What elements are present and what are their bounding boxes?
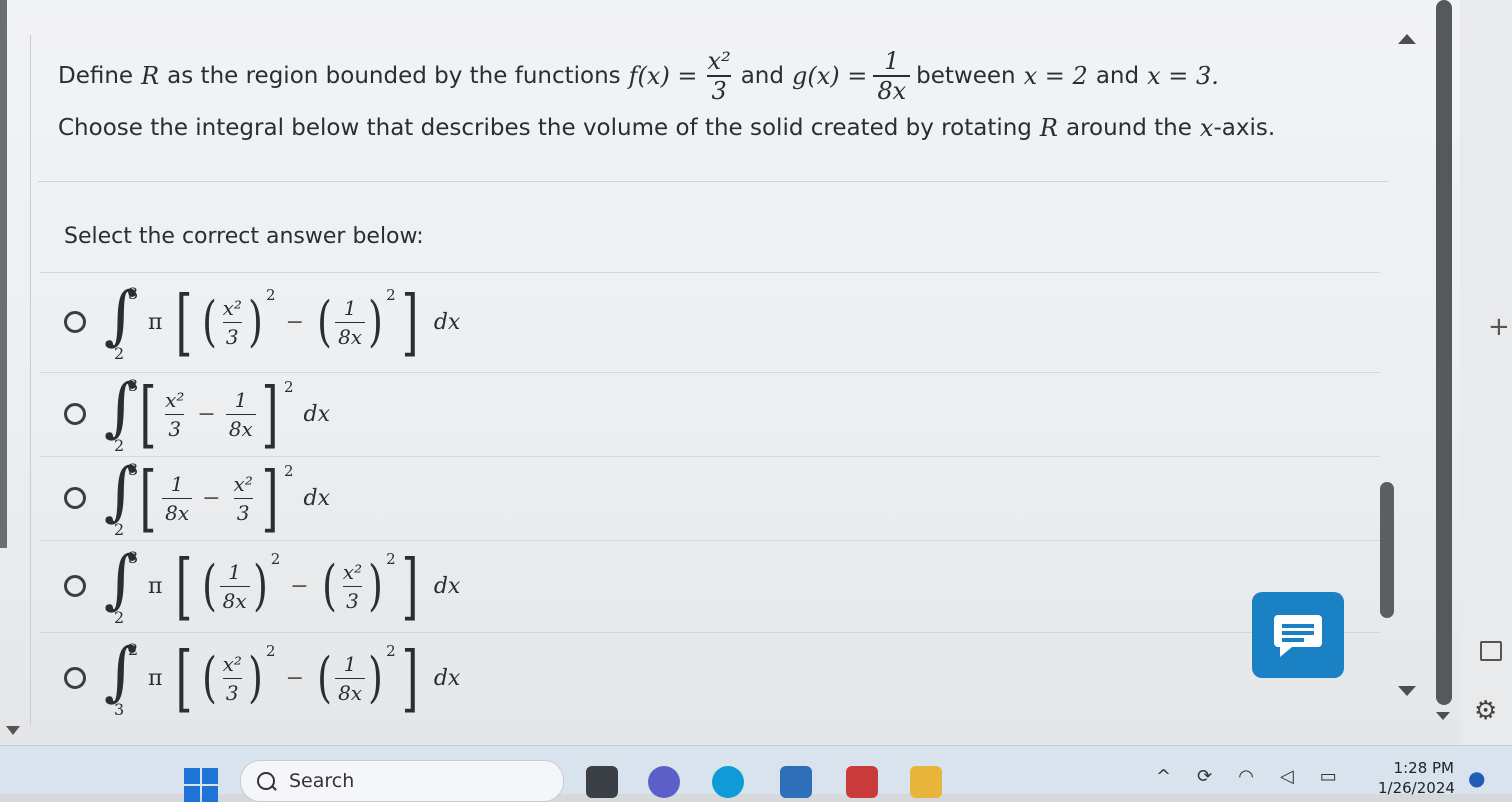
answer-option-1[interactable]: ∫ 3 2 π [ (x² 3) 2 − (1 8x) 2 ] dx <box>40 272 1380 371</box>
taskbar-search[interactable]: Search <box>240 760 564 802</box>
answer-option-5[interactable]: ∫ 2 3 π [ (x² 3) 2 − (1 8x) 2 ] dx <box>40 632 1380 723</box>
right-bracket: ] <box>401 544 419 628</box>
right-bracket: ] <box>401 280 419 364</box>
left-scrollbar[interactable] <box>0 0 7 548</box>
chevron-up-icon[interactable]: ^ <box>1156 766 1171 787</box>
scroll-down-arrow-icon[interactable] <box>1398 686 1416 696</box>
clock-date: 1/26/2024 <box>1378 779 1455 797</box>
radio-button[interactable] <box>64 667 86 689</box>
gear-icon[interactable]: ⚙ <box>1474 696 1497 726</box>
system-tray: ^ ⟳ ◠ ◁ ▭ <box>1156 766 1337 787</box>
integral-expression: ∫ 2 3 π [ (x² 3) 2 − (1 8x) 2 ] dx <box>104 635 461 720</box>
answer-option-3[interactable]: ∫ 3 2 [ 1 8x − x² 3 ] 2 dx <box>40 456 1380 539</box>
task-view-icon[interactable] <box>586 766 618 798</box>
g-fraction: 1 8x <box>873 49 911 103</box>
question-text: Define R as the region bounded by the fu… <box>58 48 1358 148</box>
browser-side-panel <box>1460 0 1512 745</box>
store-icon[interactable] <box>780 766 812 798</box>
radio-button[interactable] <box>64 575 86 597</box>
radio-button[interactable] <box>64 487 86 509</box>
windows-start-icon[interactable] <box>184 768 218 802</box>
f-fraction: x² 3 <box>707 47 731 105</box>
scroll-up-arrow-icon[interactable] <box>1398 34 1416 44</box>
right-bracket: ] <box>401 636 419 720</box>
notification-bell-icon[interactable]: ● <box>1468 766 1485 790</box>
integral-expression: ∫ 3 2 [ x² 3 − 1 8x ] 2 dx <box>104 371 330 456</box>
integral-sign: ∫ 3 2 <box>104 455 139 539</box>
question-phrase: Choose the integral below that describes… <box>58 114 1032 141</box>
app-icon[interactable] <box>846 766 878 798</box>
radio-button[interactable] <box>64 403 86 425</box>
left-scroll-down-arrow-icon[interactable] <box>6 726 20 735</box>
g-definition: g(x) = <box>791 62 868 90</box>
region-variable: R <box>141 62 160 90</box>
radio-button[interactable] <box>64 311 86 333</box>
question-word: and <box>740 62 784 89</box>
question-line-1: Define R as the region bounded by the fu… <box>58 48 1358 104</box>
question-phrase: around the <box>1065 114 1192 141</box>
video-chat-icon[interactable] <box>648 766 680 798</box>
sync-icon[interactable]: ⟳ <box>1197 766 1212 787</box>
left-bracket: [ <box>139 372 157 456</box>
answer-option-4[interactable]: ∫ 3 2 π [ (1 8x) 2 − (x² 3) 2 ] dx <box>40 540 1380 631</box>
left-bracket: [ <box>176 544 193 628</box>
question-phrase: as the region bounded by the functions <box>167 62 621 89</box>
chat-button[interactable] <box>1252 592 1344 678</box>
question-word: between <box>916 62 1016 89</box>
answer-option-2[interactable]: ∫ 3 2 [ x² 3 − 1 8x ] 2 dx <box>40 372 1380 455</box>
question-word: Define <box>58 62 134 89</box>
integral-expression: ∫ 3 2 [ 1 8x − x² 3 ] 2 dx <box>104 455 330 540</box>
integral-sign: ∫ 3 2 <box>104 543 139 627</box>
page-scrollbar-thumb[interactable] <box>1436 0 1452 705</box>
pi-symbol: π <box>148 573 163 599</box>
taskbar: Search ^ ⟳ ◠ ◁ ▭ 1:28 PM 1/26/2024 ● <box>0 745 1512 802</box>
left-bracket: [ <box>139 456 157 540</box>
clock[interactable]: 1:28 PM 1/26/2024 <box>1378 758 1455 798</box>
integral-sign: ∫ 3 2 <box>104 371 139 455</box>
wifi-icon[interactable]: ◠ <box>1238 766 1254 787</box>
edge-browser-icon[interactable] <box>712 766 744 798</box>
question-phrase: -axis. <box>1213 114 1276 141</box>
pi-symbol: π <box>148 665 163 691</box>
integral-expression: ∫ 3 2 π [ (1 8x) 2 − (x² 3) 2 ] dx <box>104 543 461 628</box>
scrollbar-thumb[interactable] <box>1380 482 1394 618</box>
search-icon <box>257 772 275 790</box>
axis-variable: x <box>1199 114 1214 142</box>
chat-icon <box>1274 615 1322 657</box>
question-line-2: Choose the integral below that describes… <box>58 108 1358 148</box>
right-bracket: ] <box>261 372 279 456</box>
file-explorer-icon[interactable] <box>910 766 942 798</box>
battery-icon[interactable]: ▭ <box>1320 766 1337 787</box>
integral-sign: ∫ 2 3 <box>104 635 139 719</box>
left-bracket: [ <box>176 636 193 720</box>
question-word: and <box>1095 62 1140 89</box>
integral-expression: ∫ 3 2 π [ (x² 3) 2 − (1 8x) 2 ] dx <box>104 279 461 364</box>
clock-time: 1:28 PM <box>1393 759 1454 777</box>
f-definition: f(x) = <box>628 62 698 90</box>
volume-icon[interactable]: ◁ <box>1280 766 1294 787</box>
pi-symbol: π <box>148 309 163 335</box>
search-label: Search <box>289 770 355 792</box>
upper-bound: x = 3. <box>1147 62 1219 90</box>
left-bracket: [ <box>176 280 193 364</box>
divider <box>38 181 1388 182</box>
browser-page: Define R as the region bounded by the fu… <box>0 0 1460 745</box>
page-scroll-down-arrow-icon[interactable] <box>1436 712 1450 720</box>
right-bracket: ] <box>261 456 279 540</box>
integral-sign: ∫ 3 2 <box>104 279 139 363</box>
sidebar-toggle-icon[interactable] <box>1480 641 1502 661</box>
select-answer-label: Select the correct answer below: <box>64 224 424 249</box>
lower-bound: x = 2 <box>1023 62 1088 90</box>
add-icon[interactable]: + <box>1488 312 1510 342</box>
region-variable: R <box>1039 114 1058 142</box>
